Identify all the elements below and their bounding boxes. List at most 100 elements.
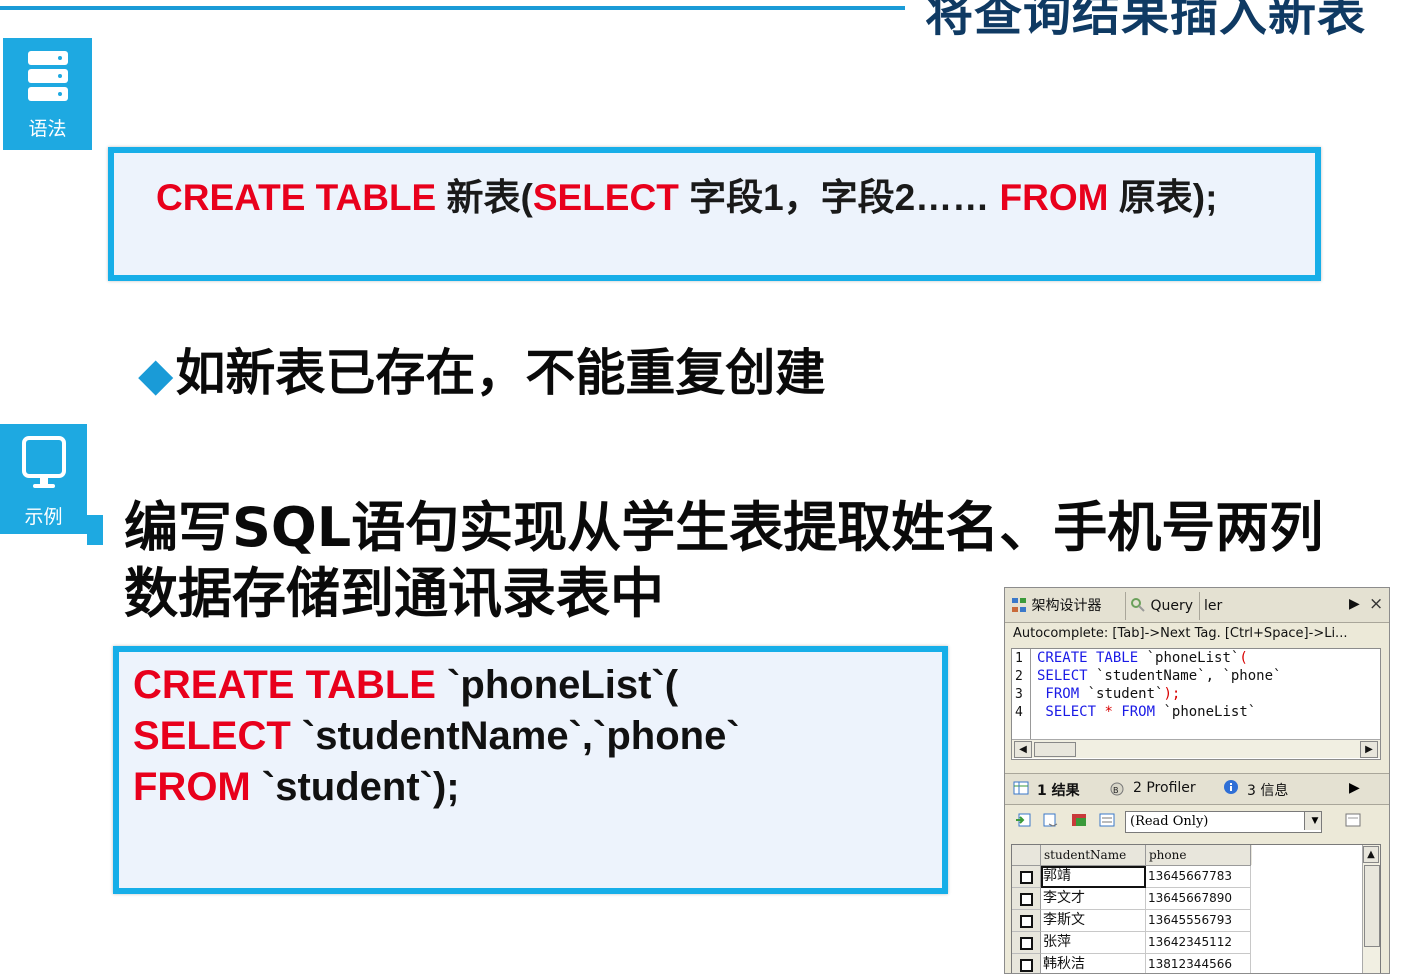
export-icon[interactable] (1043, 812, 1059, 828)
example-text: `studentName`,`phone` (290, 714, 740, 758)
syntax-kw-from: FROM (999, 177, 1109, 218)
code-paren: ); (1163, 686, 1181, 702)
row-checkbox[interactable] (1012, 954, 1041, 973)
column-header-studentname[interactable]: studentName (1041, 845, 1146, 866)
tab-profiler[interactable]: ler (1199, 592, 1222, 620)
line-number: 2 (1015, 669, 1023, 684)
query-window-tabbar: 架构设计器 Query ler ▶ × (1005, 588, 1389, 623)
cell-studentname[interactable]: 李文才 (1041, 888, 1146, 910)
row-checkbox[interactable] (1012, 910, 1041, 932)
code-keyword: CREATE TABLE (1037, 650, 1139, 666)
table-row[interactable]: 郭靖 13645667783 (1012, 866, 1252, 888)
scroll-up-icon[interactable]: ▲ (1363, 846, 1379, 863)
code-keyword: SELECT (1037, 704, 1097, 720)
query-window: 架构设计器 Query ler ▶ × Autocomplete: [Tab]-… (1004, 587, 1390, 974)
import-icon[interactable] (1015, 812, 1031, 828)
tab-result[interactable]: 1 结果 (1037, 780, 1080, 800)
table-row[interactable]: 李斯文 13645556793 (1012, 910, 1252, 932)
code-paren: ( (1239, 650, 1248, 666)
example-code: CREATE TABLE `phoneList`(SELECT `student… (133, 660, 740, 813)
svg-text:B: B (1113, 786, 1119, 795)
page-title: 将查询结果插入新表 (925, 0, 1367, 42)
code-keyword: FROM (1121, 704, 1156, 720)
code-text: `student` (1079, 686, 1164, 702)
readonly-select[interactable]: (Read Only) ▼ (1125, 811, 1322, 833)
column-header-phone[interactable]: phone (1146, 845, 1251, 866)
line-number: 4 (1015, 705, 1023, 720)
example-kw: FROM (133, 765, 251, 809)
result-tabbar: 1 结果 B 2 Profiler 3 信息 ▶ (1005, 773, 1389, 805)
tab-schema-designer[interactable]: 架构设计器 (1011, 592, 1101, 620)
scroll-left-icon[interactable]: ◀ (1014, 741, 1032, 758)
tab-scroll-right-icon[interactable]: ▶ (1349, 596, 1360, 612)
monitor-icon (22, 436, 66, 488)
code-star: * (1096, 704, 1122, 720)
example-tag: 示例 (0, 424, 87, 534)
row-checkbox[interactable] (1012, 932, 1041, 954)
close-icon[interactable]: × (1369, 594, 1383, 614)
query-icon (1131, 598, 1145, 612)
result-grid-icon (1013, 781, 1029, 795)
table-color-icon[interactable] (1071, 812, 1087, 828)
cell-studentname[interactable]: 郭靖 (1041, 866, 1146, 888)
example-text: `phoneList`( (435, 663, 679, 707)
cell-phone[interactable]: 13642345112 (1146, 932, 1251, 954)
example-tag-notch (87, 515, 103, 545)
code-line-3: FROM `student`); (1037, 686, 1180, 702)
table-row[interactable]: 韩秋洁 13812344566 (1012, 954, 1252, 973)
scrollbar-thumb[interactable] (1034, 742, 1076, 757)
row-checkbox[interactable] (1012, 888, 1041, 910)
cell-studentname[interactable]: 韩秋洁 (1041, 954, 1146, 973)
diamond-bullet-icon: ◆ (138, 347, 174, 401)
example-line-3: FROM `student`); (133, 762, 740, 813)
example-line-1: CREATE TABLE `phoneList`( (133, 660, 740, 711)
info-icon (1224, 780, 1238, 794)
code-text: `phoneList` (1155, 704, 1257, 720)
syntax-kw-select: SELECT (532, 177, 679, 218)
cell-studentname[interactable]: 李斯文 (1041, 910, 1146, 932)
result-tab-scroll-icon[interactable]: ▶ (1349, 780, 1360, 796)
cell-phone[interactable]: 13645667890 (1146, 888, 1251, 910)
table-row[interactable]: 李文才 13645667890 (1012, 888, 1252, 910)
tab-query[interactable]: Query (1125, 592, 1193, 620)
line-number-gutter: 1 2 3 4 (1012, 649, 1031, 739)
top-rule (0, 6, 905, 10)
code-keyword: SELECT (1037, 668, 1088, 684)
example-box: CREATE TABLE `phoneList`(SELECT `student… (113, 646, 948, 894)
cell-phone[interactable]: 13645667783 (1146, 866, 1251, 888)
code-text: `studentName`, `phone` (1087, 668, 1282, 684)
grid-header: studentName phone (1012, 845, 1252, 866)
scroll-right-icon[interactable]: ▶ (1360, 741, 1378, 758)
syntax-orig-table: 原表); (1108, 177, 1218, 218)
database-icon (28, 51, 68, 101)
syntax-fields: 字段1，字段2…… (678, 177, 1000, 218)
tab-schema-designer-label: 架构设计器 (1031, 598, 1102, 614)
refresh-grid-icon[interactable] (1345, 812, 1361, 828)
line-number: 1 (1015, 651, 1023, 666)
grid-vertical-scrollbar[interactable]: ▲ (1362, 845, 1380, 973)
example-tag-label: 示例 (24, 506, 63, 528)
schema-designer-icon (1012, 598, 1026, 612)
editor-horizontal-scrollbar[interactable]: ◀ ▶ (1012, 739, 1380, 758)
sql-editor[interactable]: 1 2 3 4 CREATE TABLE `phoneList` ( SELECT… (1011, 648, 1381, 760)
syntax-new-table: 新表( (436, 177, 533, 218)
syntax-tag: 语法 (3, 38, 92, 150)
code-keyword: FROM (1037, 686, 1080, 702)
cell-phone[interactable]: 13645556793 (1146, 910, 1251, 932)
example-line-2: SELECT `studentName`,`phone` (133, 711, 740, 762)
example-kw: SELECT (133, 714, 291, 758)
cell-studentname[interactable]: 张萍 (1041, 932, 1146, 954)
cell-phone[interactable]: 13812344566 (1146, 954, 1251, 973)
syntax-box: CREATE TABLE 新表(SELECT 字段1，字段2…… FROM 原表… (108, 147, 1321, 281)
tab-info[interactable]: 3 信息 (1247, 780, 1288, 800)
tab-profiler-result[interactable]: 2 Profiler (1133, 780, 1196, 796)
table-row[interactable]: 张萍 13642345112 (1012, 932, 1252, 954)
note-line: ◆如新表已存在，不能重复创建 (138, 333, 825, 405)
tab-query-label: Query (1150, 598, 1193, 614)
form-view-icon[interactable] (1099, 812, 1115, 828)
chevron-down-icon[interactable]: ▼ (1304, 812, 1321, 830)
row-checkbox[interactable] (1012, 866, 1041, 888)
result-grid[interactable]: studentName phone 郭靖 13645667783 李文才 136… (1011, 844, 1381, 973)
scrollbar-thumb[interactable] (1364, 865, 1380, 947)
note-text: 如新表已存在，不能重复创建 (175, 344, 826, 402)
